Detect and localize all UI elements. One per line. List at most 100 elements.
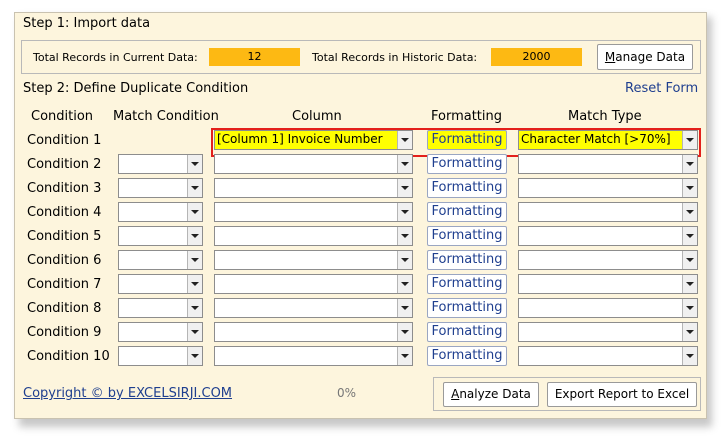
match-condition-dropdown[interactable] [118,274,203,294]
chevron-down-icon[interactable] [187,299,202,317]
chevron-down-icon[interactable] [682,155,697,173]
current-records-value: 12 [209,48,300,66]
column-dropdown[interactable] [214,202,413,222]
match-type-dropdown[interactable] [518,250,698,270]
column-dropdown[interactable] [214,298,413,318]
formatting-button[interactable]: Formatting [427,322,507,342]
column-dropdown[interactable] [214,178,413,198]
duplicate-finder-form: Step 1: Import data Total Records in Cur… [14,12,707,419]
column-dropdown[interactable] [214,226,413,246]
condition-label: Condition 9 [27,325,102,340]
chevron-down-icon[interactable] [682,251,697,269]
formatting-button[interactable]: Formatting [427,154,507,174]
chevron-down-icon[interactable] [682,131,697,149]
header-match-type: Match Type [568,109,642,124]
action-panel: Analyze Data Export Report to Excel [433,377,701,411]
match-type-dropdown[interactable] [518,202,698,222]
chevron-down-icon[interactable] [397,155,412,173]
chevron-down-icon[interactable] [682,275,697,293]
step1-title: Step 1: Import data [23,16,151,31]
chevron-down-icon[interactable] [187,227,202,245]
export-report-button[interactable]: Export Report to Excel [547,382,697,407]
formatting-button[interactable]: Formatting [427,274,507,294]
chevron-down-icon[interactable] [397,131,412,149]
match-type-dropdown[interactable] [518,346,698,366]
match-condition-dropdown[interactable] [118,346,203,366]
match-condition-dropdown[interactable] [118,178,203,198]
chevron-down-icon[interactable] [397,227,412,245]
progress-percent: 0% [337,386,357,400]
header-condition: Condition [31,109,94,124]
chevron-down-icon[interactable] [682,323,697,341]
match-type-dropdown[interactable] [518,154,698,174]
match-condition-dropdown[interactable] [118,322,203,342]
condition-label: Condition 10 [27,349,110,364]
chevron-down-icon[interactable] [682,179,697,197]
step2-title: Step 2: Define Duplicate Condition [23,81,249,96]
condition-label: Condition 6 [27,253,102,268]
condition-label: Condition 8 [27,301,102,316]
column-dropdown[interactable]: [Column 1] Invoice Number [214,130,413,150]
header-match-condition: Match Condition [113,109,219,124]
reset-form-link[interactable]: Reset Form [625,81,698,96]
match-type-dropdown[interactable] [518,226,698,246]
manage-data-accel: M [604,50,616,64]
condition-label: Condition 1 [27,133,102,148]
formatting-button[interactable]: Formatting [427,130,507,150]
formatting-button[interactable]: Formatting [427,178,507,198]
match-condition-dropdown[interactable] [118,202,203,222]
column-dropdown[interactable] [214,250,413,270]
chevron-down-icon[interactable] [397,251,412,269]
match-condition-dropdown[interactable] [118,250,203,270]
chevron-down-icon[interactable] [187,155,202,173]
current-records-label: Total Records in Current Data: [33,51,198,64]
chevron-down-icon[interactable] [187,347,202,365]
chevron-down-icon[interactable] [187,275,202,293]
match-condition-dropdown[interactable] [118,154,203,174]
condition-label: Condition 2 [27,157,102,172]
column-dropdown[interactable] [214,154,413,174]
manage-data-label: anage Data [615,50,686,64]
condition-label: Condition 3 [27,181,102,196]
chevron-down-icon[interactable] [187,179,202,197]
match-type-dropdown[interactable] [518,274,698,294]
chevron-down-icon[interactable] [397,179,412,197]
column-dropdown[interactable] [214,346,413,366]
match-condition-dropdown[interactable] [118,226,203,246]
header-formatting: Formatting [431,109,503,124]
chevron-down-icon[interactable] [187,203,202,221]
formatting-button[interactable]: Formatting [427,250,507,270]
match-type-dropdown[interactable] [518,178,698,198]
formatting-button[interactable]: Formatting [427,226,507,246]
chevron-down-icon[interactable] [682,227,697,245]
condition-label: Condition 5 [27,229,102,244]
chevron-down-icon[interactable] [187,323,202,341]
analyze-data-label: nalyze Data [459,387,531,401]
column-dropdown-value: [Column 1] Invoice Number [217,132,383,146]
chevron-down-icon[interactable] [187,251,202,269]
condition-label: Condition 4 [27,205,102,220]
historic-records-label: Total Records in Historic Data: [312,51,478,64]
analyze-data-button[interactable]: Analyze Data [443,382,539,407]
chevron-down-icon[interactable] [397,203,412,221]
chevron-down-icon[interactable] [682,347,697,365]
chevron-down-icon[interactable] [397,275,412,293]
chevron-down-icon[interactable] [397,347,412,365]
chevron-down-icon[interactable] [397,299,412,317]
match-type-dropdown[interactable] [518,298,698,318]
match-type-dropdown[interactable]: Character Match [>70%] [518,130,698,150]
formatting-button[interactable]: Formatting [427,298,507,318]
column-dropdown[interactable] [214,322,413,342]
chevron-down-icon[interactable] [397,323,412,341]
match-condition-dropdown[interactable] [118,298,203,318]
column-dropdown[interactable] [214,274,413,294]
copyright-link[interactable]: Copyright © by EXCELSIRJI.COM [23,386,232,401]
chevron-down-icon[interactable] [682,203,697,221]
match-type-dropdown[interactable] [518,322,698,342]
formatting-button[interactable]: Formatting [427,346,507,366]
chevron-down-icon[interactable] [682,299,697,317]
historic-records-value: 2000 [491,48,582,66]
import-summary-panel: Total Records in Current Data: 12 Total … [21,40,701,74]
manage-data-button[interactable]: Manage Data [597,44,693,70]
formatting-button[interactable]: Formatting [427,202,507,222]
